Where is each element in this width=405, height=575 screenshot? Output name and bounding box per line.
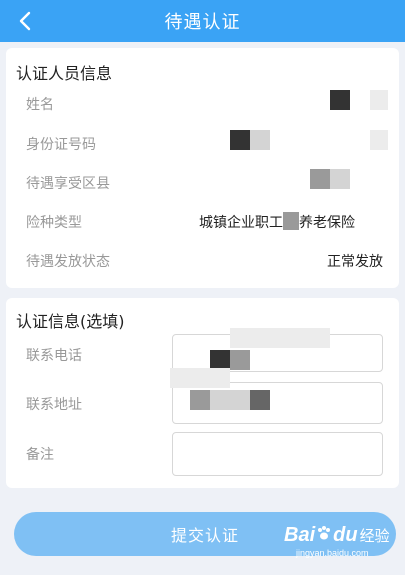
phone-value-redacted-2 <box>230 350 250 370</box>
insurance-type-part1: 城镇企业职工 <box>199 215 283 231</box>
id-value-redacted <box>230 130 250 150</box>
id-number-label: 身份证号码 <box>26 137 96 153</box>
payment-status-label: 待遇发放状态 <box>26 254 110 270</box>
insurance-type-part2: 养老保险 <box>299 215 355 231</box>
baidu-watermark: Bai du 经验 <box>284 524 390 547</box>
phone-value-redacted <box>210 350 230 370</box>
county-value-redacted <box>310 169 330 189</box>
person-info-card: 认证人员信息 姓名 身份证号码 待遇享受区县 险种类型 城镇企业职工 养老保险 待… <box>6 48 399 288</box>
name-value-redacted <box>330 90 350 110</box>
top-nav-bar: 待遇认证 <box>0 0 405 42</box>
address-label: 联系地址 <box>26 397 82 413</box>
id-value-redacted-3 <box>370 130 388 150</box>
remarks-label: 备注 <box>26 447 54 463</box>
payment-status-value: 正常发放 <box>327 254 383 270</box>
watermark-cn: 经验 <box>359 528 390 545</box>
insurance-type-redacted <box>283 212 299 230</box>
chevron-left-icon <box>19 11 31 31</box>
phone-label: 联系电话 <box>26 348 82 364</box>
address-value-redacted-2 <box>210 390 230 410</box>
watermark-brand-2: du <box>333 524 358 546</box>
address-value-redacted-4 <box>250 390 270 410</box>
watermark-brand: Bai <box>284 524 316 546</box>
remarks-input[interactable] <box>172 432 383 476</box>
address-value-redacted-3 <box>230 390 250 410</box>
insurance-type-value: 城镇企业职工 养老保险 <box>199 212 355 232</box>
page-title: 待遇认证 <box>164 12 241 33</box>
insurance-type-label: 险种类型 <box>26 215 82 231</box>
name-label: 姓名 <box>26 97 54 113</box>
county-label: 待遇享受区县 <box>26 176 110 192</box>
back-button[interactable] <box>10 6 40 36</box>
paw-icon <box>318 526 331 540</box>
address-value-redacted-light <box>170 368 230 388</box>
submit-label: 提交认证 <box>170 526 239 545</box>
phone-value-redacted-light <box>230 328 330 348</box>
address-value-redacted <box>190 390 210 410</box>
county-value-redacted-2 <box>330 169 350 189</box>
id-value-redacted-2 <box>250 130 270 150</box>
contact-info-card: 认证信息(选填) 联系电话 联系地址 备注 <box>6 298 399 488</box>
person-info-title: 认证人员信息 <box>16 64 113 83</box>
contact-info-title: 认证信息(选填) <box>16 312 125 331</box>
name-value-redacted-2 <box>370 90 388 110</box>
watermark-url: jingyan.baidu.com <box>296 548 369 558</box>
